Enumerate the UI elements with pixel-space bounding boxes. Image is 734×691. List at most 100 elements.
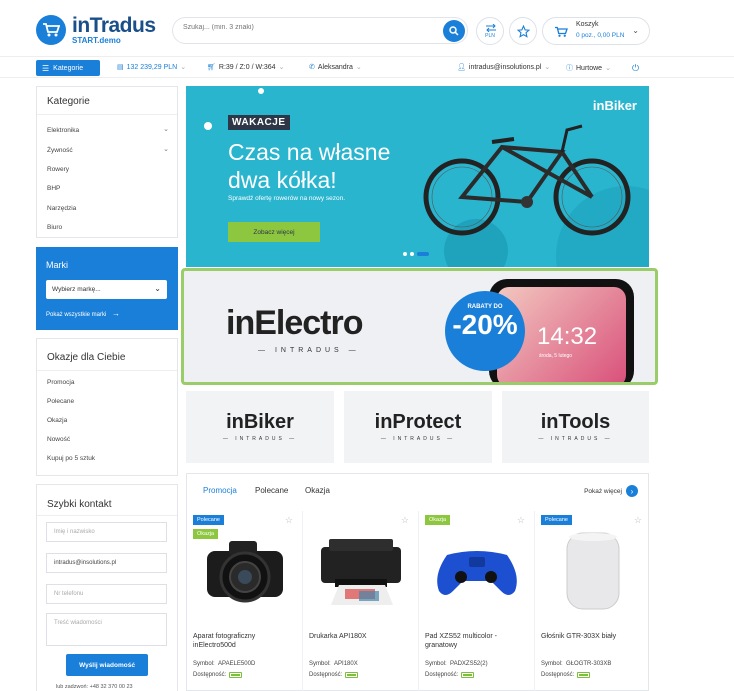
search-input[interactable] (183, 24, 433, 31)
offer-item[interactable]: Okazja (47, 417, 67, 424)
orders-status-value: R:39 / Z:0 / W:364 (218, 63, 276, 71)
symbol-value: GŁOGTR-303XB (566, 661, 612, 667)
favorites-button[interactable] (509, 17, 537, 45)
page: inTradus START.demo PLN Koszyk 0 poz., 0… (0, 0, 734, 691)
pricing-label: Hurtowe (576, 64, 603, 72)
symbol-value: PADXZS52(2) (450, 661, 488, 667)
brand-tile-inprotect[interactable]: inProtect — INTRADUS — (344, 391, 492, 463)
product-name[interactable]: Aparat fotograficzny inElectro500d (193, 632, 299, 650)
brand-sub: — INTRADUS — (222, 436, 298, 442)
category-item[interactable]: Żywność (47, 147, 73, 154)
brand-select[interactable]: Wybierz markę... ⌄ (46, 280, 167, 299)
pricing-selector[interactable]: ⓘ Hurtowe ⌄ (566, 63, 611, 73)
menu-icon: ☰ (42, 63, 50, 73)
show-more-link[interactable]: Pokaż więcej › (584, 485, 638, 497)
availability-label: Dostępność: (193, 672, 227, 678)
product-card[interactable]: Polecane ☆ Głośnik GTR-303X biały Symbol… (535, 511, 651, 691)
category-item[interactable]: Biuro (47, 224, 62, 231)
currency-button[interactable]: PLN (476, 17, 504, 45)
category-item[interactable]: Narzędzia (47, 205, 76, 212)
categories-menu-button[interactable]: ☰ Kategorie (36, 60, 100, 76)
product-name[interactable]: Pad XZS52 multicolor - granatowy (425, 632, 531, 650)
badge-polecane: Polecane (541, 515, 572, 525)
symbol-label: Symbol: (541, 661, 563, 667)
product-name[interactable]: Głośnik GTR-303X biały (541, 632, 647, 641)
contact-message-field[interactable]: Treść wiadomości (46, 613, 167, 646)
logout-button[interactable]: ⏻ (632, 63, 639, 74)
phone-time: 14:32 (537, 323, 598, 350)
banner-title: Czas na własne dwa kółka! (228, 138, 428, 194)
chevron-down-icon[interactable]: ⌄ (163, 145, 169, 153)
badge-okazja: Okazja (425, 515, 451, 525)
search-bar (172, 17, 468, 44)
all-brands-label: Pokaż wszystkie marki (46, 312, 107, 318)
contact-email-field[interactable]: intradus@insolutions.pl (46, 553, 167, 573)
brand-tile-intools[interactable]: inTools — INTRADUS — (502, 391, 649, 463)
tab-polecane[interactable]: Polecane (255, 486, 288, 495)
chevron-down-icon[interactable]: ⌄ (163, 125, 169, 133)
all-brands-link[interactable]: Pokaż wszystkie marki → (46, 309, 120, 318)
brands-panel: Marki Wybierz markę... ⌄ Pokaż wszystkie… (36, 247, 178, 330)
carousel-dots[interactable] (403, 252, 429, 256)
offer-item[interactable]: Kupuj po 5 sztuk (47, 455, 95, 462)
chevron-down-icon: ⌄ (154, 284, 161, 293)
carousel-dot-active[interactable] (417, 252, 429, 256)
offer-item[interactable]: Nowość (47, 436, 70, 443)
symbol-value: API180X (334, 661, 358, 667)
product-availability: Dostępność: (425, 672, 475, 678)
product-card[interactable]: Okazja ☆ Pad XZS52 multicolor - granatow… (419, 511, 535, 691)
camera-image (207, 541, 283, 603)
chevron-down-icon: ⌄ (632, 26, 639, 35)
orders-status[interactable]: 🛒︎ R:39 / Z:0 / W:364 ⌄ (207, 63, 284, 72)
cart-icon (555, 26, 568, 37)
product-name[interactable]: Drukarka API180X (309, 632, 415, 641)
currency-label: PLN (485, 33, 495, 39)
bicycle-image (423, 124, 631, 236)
send-message-button[interactable]: Wyślij wiadomość (66, 654, 148, 676)
availability-label: Dostępność: (309, 672, 343, 678)
banner-title-line2: dwa kółka! (228, 167, 337, 193)
availability-icon (577, 672, 591, 678)
account-manager[interactable]: ✆ Aleksandra ⌄ (309, 63, 362, 72)
credit-limit[interactable]: ▤ 132 239,29 PLN ⌄ (117, 63, 187, 72)
user-account[interactable]: 👤︎ intradus@insolutions.pl ⌄ (457, 63, 550, 72)
symbol-label: Symbol: (309, 661, 331, 667)
carousel-dot[interactable] (410, 252, 414, 256)
categories-panel: Kategorie Elektronika ⌄ Żywność ⌄ Rowery… (36, 86, 178, 238)
hero-banner[interactable]: WAKACJE Czas na własne dwa kółka! Sprawd… (186, 86, 649, 267)
banner-cta-button[interactable]: Zobacz więcej (228, 222, 320, 242)
credit-limit-value: 132 239,29 PLN (126, 63, 178, 71)
carousel-dot[interactable] (403, 252, 407, 256)
products-section: Promocja Polecane Okazja Pokaż więcej › … (186, 473, 649, 691)
info-icon: ⓘ (566, 65, 573, 72)
brand-tile-inbiker[interactable]: inBiker — INTRADUS — (186, 391, 334, 463)
category-item[interactable]: Elektronika (47, 127, 79, 134)
brand-select-value: Wybierz markę... (52, 286, 101, 293)
cart-button[interactable]: Koszyk 0 poz., 0,00 PLN ⌄ (542, 17, 650, 45)
offer-item[interactable]: Polecane (47, 398, 74, 405)
offers-panel: Okazje dla Ciebie Promocja Polecane Okaz… (36, 338, 178, 476)
offer-item[interactable]: Promocja (47, 379, 74, 386)
logo[interactable]: inTradus START.demo (36, 15, 156, 45)
banner-title-line1: Czas na własne (228, 139, 391, 165)
category-item[interactable]: BHP (47, 185, 60, 192)
product-availability: Dostępność: (309, 672, 359, 678)
speaker-image (566, 532, 620, 610)
chevron-down-icon: ⌄ (180, 64, 187, 71)
brand-name: inBiker (226, 411, 294, 433)
promo-banner[interactable]: inElectro — INTRADUS — 14:32 środa, 5 lu… (181, 268, 658, 385)
category-item[interactable]: Rowery (47, 166, 69, 173)
product-card[interactable]: Polecane Okazja ☆ Aparat fotograficzny i… (187, 511, 303, 691)
banner-tag: WAKACJE (228, 115, 290, 130)
offers-title: Okazje dla Ciebie (47, 352, 126, 363)
product-symbol: Symbol: API180X (309, 661, 358, 667)
contact-name-field[interactable]: Imię i nazwisko (46, 522, 167, 542)
search-button[interactable] (443, 20, 465, 42)
tab-promocja[interactable]: Promocja (203, 486, 237, 495)
product-symbol: Symbol: APAELE500D (193, 661, 255, 667)
product-availability: Dostępność: (193, 672, 243, 678)
contact-phone-field[interactable]: Nr telefonu (46, 584, 167, 604)
product-card[interactable]: ☆ Drukarka API180X Symbol: API180X Dostę… (303, 511, 419, 691)
tab-okazja[interactable]: Okazja (305, 486, 330, 495)
arrow-right-icon: → (112, 309, 121, 318)
